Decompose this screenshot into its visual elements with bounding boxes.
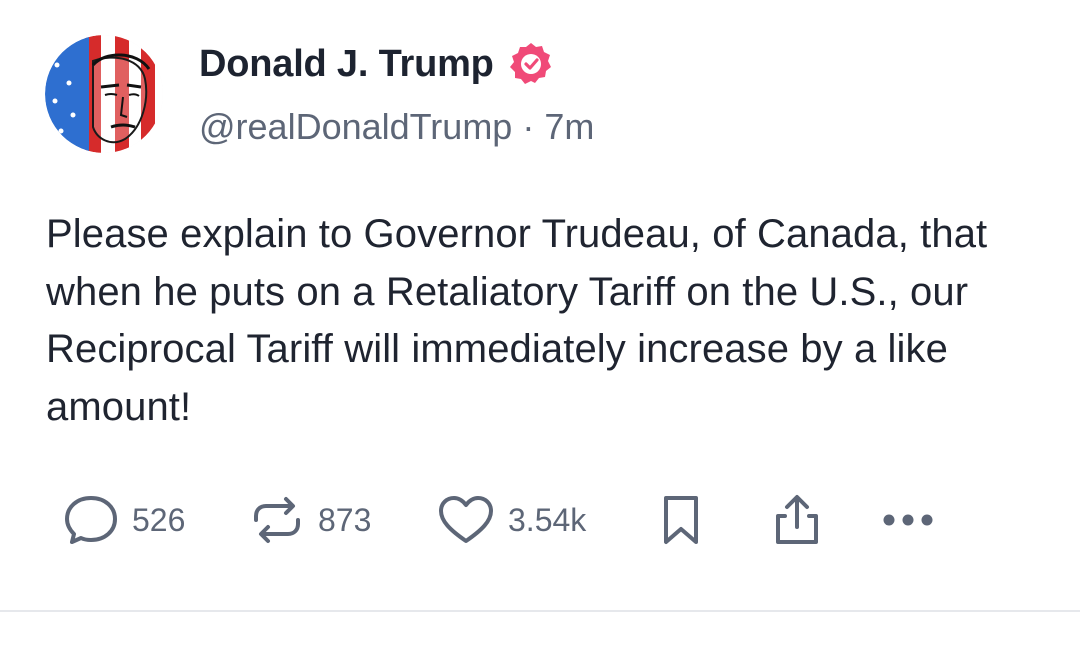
share-icon — [776, 495, 818, 544]
like-button[interactable]: 3.54k — [436, 494, 586, 546]
author-avatar[interactable] — [45, 35, 163, 153]
meta-separator: · — [522, 106, 535, 147]
reply-bubble-icon — [65, 496, 117, 544]
author-meta-row: @realDonaldTrump · 7m — [199, 104, 594, 150]
bookmark-button[interactable] — [658, 494, 704, 546]
repost-icon — [254, 497, 300, 543]
like-count: 3.54k — [508, 501, 587, 538]
post-card: Donald J. Trump @realDonaldTrump · 7m Pl… — [0, 0, 1080, 611]
verified-badge-icon — [509, 43, 551, 84]
repost-count: 873 — [318, 501, 372, 538]
more-dots-icon — [883, 514, 933, 526]
bookmark-icon — [664, 496, 698, 544]
flag-portrait-avatar-icon — [45, 35, 163, 153]
share-button[interactable] — [772, 494, 822, 546]
heart-icon — [439, 496, 493, 543]
post-body-text: Please explain to Governor Trudeau, of C… — [46, 212, 988, 429]
author-handle[interactable]: @realDonaldTrump — [199, 106, 512, 148]
author-block: Donald J. Trump @realDonaldTrump · 7m — [199, 38, 594, 150]
repost-button[interactable]: 873 — [248, 494, 371, 546]
more-options-button[interactable] — [880, 494, 936, 546]
author-name-row: Donald J. Trump — [199, 38, 594, 90]
reply-count: 526 — [132, 501, 186, 538]
reply-button[interactable]: 526 — [62, 494, 185, 546]
author-display-name[interactable]: Donald J. Trump — [199, 43, 494, 86]
post-timestamp[interactable]: 7m — [544, 106, 594, 148]
next-post-area — [0, 612, 1080, 649]
